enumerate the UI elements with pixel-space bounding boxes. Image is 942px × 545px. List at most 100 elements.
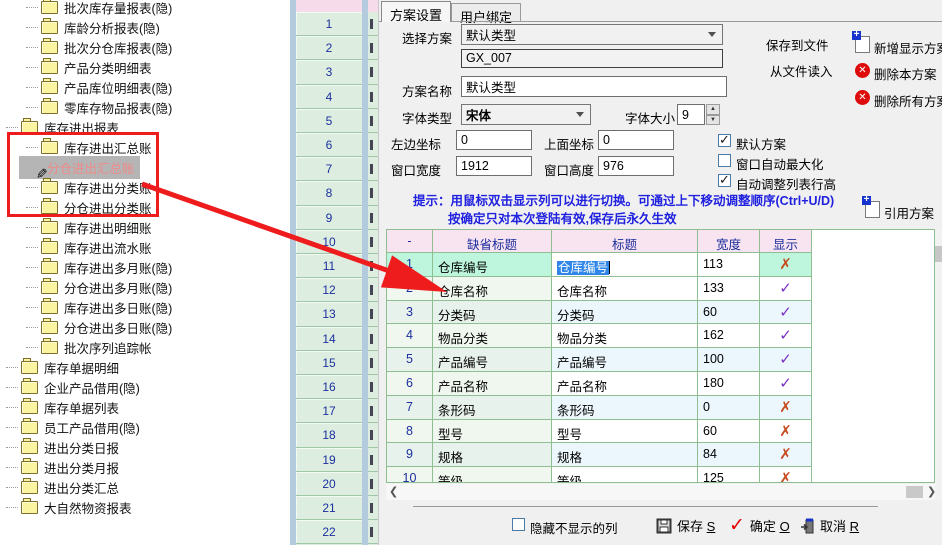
hide-invisible-columns-checkbox[interactable] [512, 518, 525, 531]
default-title-cell[interactable]: 条形码 [433, 396, 552, 420]
font-size-input[interactable] [677, 104, 705, 125]
ok-button[interactable]: ✓ 确定 O [729, 516, 790, 535]
title-cell[interactable]: 仓库名称 [552, 277, 698, 301]
title-cell[interactable]: 物品分类 [552, 324, 698, 348]
tree-item[interactable]: 库存进出多日账(隐) [26, 297, 172, 317]
tree-item[interactable]: 分仓进出多日账(隐) [26, 317, 172, 337]
delete-all-schemes-icon[interactable]: ✕ [855, 90, 870, 105]
default-title-cell[interactable]: 仓库名称 [433, 277, 552, 301]
row-number-cell[interactable]: 8 [296, 181, 362, 205]
scrollbar-thumb[interactable] [906, 486, 923, 498]
auto-row-height-checkbox[interactable] [718, 174, 731, 187]
scheme-name-input[interactable] [461, 76, 727, 97]
width-cell[interactable]: 60 [698, 301, 760, 325]
scheme-code-field[interactable]: GX_007 [461, 49, 723, 68]
visible-cell[interactable]: ✗ [760, 420, 812, 444]
table-row[interactable]: 3分类码分类码60✓ [387, 301, 812, 325]
table-row[interactable]: 2仓库名称仓库名称133✓ [387, 277, 812, 301]
visible-cell[interactable]: ✓ [760, 324, 812, 348]
row-number-cell[interactable]: 6 [387, 372, 433, 396]
tree-item[interactable]: 库龄分析报表(隐) [26, 17, 160, 37]
tree-item[interactable]: 大自然物资报表 [6, 497, 132, 517]
row-number-cell[interactable]: 17 [296, 399, 362, 423]
visible-cell[interactable]: ✗ [760, 467, 812, 483]
add-scheme-icon[interactable] [855, 36, 870, 53]
width-cell[interactable]: 162 [698, 324, 760, 348]
tree-item[interactable]: 库存进出流水账 [26, 237, 152, 257]
table-row[interactable]: 9规格规格84✗ [387, 443, 812, 467]
title-cell[interactable]: 产品编号 [552, 348, 698, 372]
visible-cell[interactable]: ✗ [760, 396, 812, 420]
tree-item[interactable]: 批次序列追踪帐 [26, 337, 152, 357]
row-number-cell[interactable]: 7 [296, 157, 362, 181]
table-row[interactable]: 1仓库编号仓库编号113✗ [387, 253, 812, 277]
tree-item[interactable]: 进出分类日报 [6, 437, 119, 457]
save-button[interactable]: 保存 S [656, 516, 715, 535]
cancel-button[interactable]: 取消 R [800, 516, 859, 535]
delete-scheme-button[interactable]: 删除本方案 [874, 64, 937, 83]
reference-scheme-button[interactable]: 引用方案 [884, 203, 934, 222]
width-cell[interactable]: 100 [698, 348, 760, 372]
scheme-dropdown[interactable]: 默认类型 [461, 24, 723, 45]
default-title-cell[interactable]: 产品名称 [433, 372, 552, 396]
tab-user-binding[interactable]: 用户绑定 [451, 3, 521, 22]
tree-item[interactable]: 库存进出明细账 [26, 217, 152, 237]
width-cell[interactable]: 133 [698, 277, 760, 301]
row-number-cell[interactable]: 5 [387, 348, 433, 372]
font-size-stepper[interactable]: ▲▼ [706, 104, 720, 125]
row-number-cell[interactable]: 10 [387, 467, 433, 483]
width-cell[interactable]: 113 [698, 253, 760, 277]
row-number-cell[interactable]: 10 [296, 230, 362, 254]
default-title-cell[interactable]: 仓库编号 [433, 253, 552, 277]
row-number-cell[interactable]: 7 [387, 396, 433, 420]
reference-scheme-icon[interactable] [865, 201, 880, 218]
row-number-cell[interactable]: 2 [387, 277, 433, 301]
title-cell[interactable]: 产品名称 [552, 372, 698, 396]
title-cell[interactable]: 规格 [552, 443, 698, 467]
row-number-cell[interactable]: 13 [296, 302, 362, 326]
row-number-cell[interactable]: 4 [387, 324, 433, 348]
width-cell[interactable]: 0 [698, 396, 760, 420]
default-title-cell[interactable]: 产品编号 [433, 348, 552, 372]
row-number-cell[interactable]: 9 [387, 443, 433, 467]
visible-cell[interactable]: ✓ [760, 348, 812, 372]
default-title-cell[interactable]: 型号 [433, 420, 552, 444]
default-title-cell[interactable]: 等级 [433, 467, 552, 483]
width-cell[interactable]: 125 [698, 467, 760, 483]
row-number-cell[interactable]: 19 [296, 448, 362, 472]
scroll-right-icon[interactable]: ❯ [927, 485, 936, 498]
table-row[interactable]: 6产品名称产品名称180✓ [387, 372, 812, 396]
tab-scheme-settings[interactable]: 方案设置 [381, 1, 451, 22]
title-cell-editor[interactable]: 仓库编号 [552, 253, 698, 277]
scrollbar-thumb[interactable] [935, 246, 942, 262]
row-number-cell[interactable]: 6 [296, 133, 362, 157]
row-number-cell[interactable]: 21 [296, 496, 362, 520]
table-row[interactable]: 8型号型号60✗ [387, 420, 812, 444]
default-title-cell[interactable]: 分类码 [433, 301, 552, 325]
tree-item[interactable]: 批次分仓库报表(隐) [26, 37, 172, 57]
title-cell[interactable]: 等级 [552, 467, 698, 483]
scroll-left-icon[interactable]: ❮ [389, 485, 398, 498]
delete-scheme-icon[interactable]: ✕ [855, 63, 870, 78]
width-cell[interactable]: 60 [698, 420, 760, 444]
table-horizontal-scrollbar[interactable]: ❮ ❯ [386, 484, 935, 500]
visible-cell[interactable]: ✓ [760, 301, 812, 325]
visible-cell[interactable]: ✓ [760, 277, 812, 301]
tree-item[interactable]: 批次库存量报表(隐) [26, 0, 172, 17]
spin-down-icon[interactable]: ▼ [706, 115, 720, 126]
row-number-cell[interactable]: 3 [296, 60, 362, 84]
row-number-cell[interactable]: 14 [296, 327, 362, 351]
row-number-cell[interactable]: 9 [296, 206, 362, 230]
row-number-cell[interactable]: 12 [296, 278, 362, 302]
title-cell[interactable]: 条形码 [552, 396, 698, 420]
window-width-input[interactable] [456, 156, 532, 176]
table-row[interactable]: 4物品分类物品分类162✓ [387, 324, 812, 348]
table-row[interactable]: 10等级等级125✗ [387, 467, 812, 483]
visible-cell[interactable]: ✗ [760, 443, 812, 467]
font-type-dropdown[interactable]: 宋体 [461, 104, 591, 125]
spin-up-icon[interactable]: ▲ [706, 104, 720, 115]
tree-item[interactable]: 进出分类月报 [6, 457, 119, 477]
row-number-cell[interactable]: 3 [387, 301, 433, 325]
tree-item[interactable]: 库存单据列表 [6, 397, 119, 417]
row-number-cell[interactable]: 1 [296, 12, 362, 36]
